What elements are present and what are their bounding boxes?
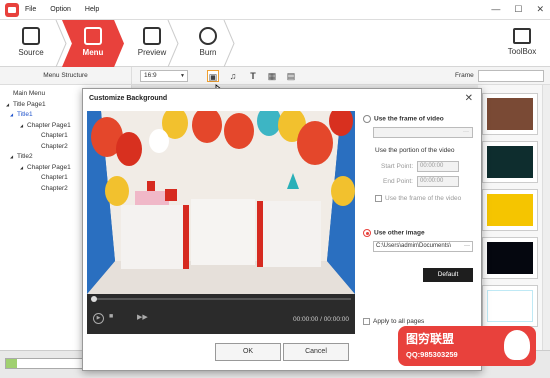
document-icon[interactable]: ▤ (285, 70, 297, 82)
use-frame-radio[interactable] (363, 115, 371, 123)
window-controls: — ☐ ✕ (491, 4, 544, 15)
next-frame-icon[interactable]: ▶▶ (137, 313, 148, 321)
toolbar: Menu Structure 16:9 ▼ ▣ ♫ T ▦ ▤ Frame (0, 67, 550, 85)
background-preview (87, 111, 355, 294)
thumb-swatch (487, 146, 533, 178)
app-logo-icon (5, 2, 19, 17)
other-image-radio[interactable] (363, 229, 371, 237)
close-button[interactable]: ✕ (536, 4, 544, 15)
frame-thumbnails (478, 85, 550, 350)
time-readout: 00:00:00 / 00:00:00 (292, 316, 349, 323)
frame-path-field[interactable]: ··· (373, 127, 473, 138)
watermark-logo: 图穷联盟 QQ:985303259 (398, 326, 536, 366)
frame-thumbnail[interactable] (482, 189, 538, 231)
default-button[interactable]: Default (423, 268, 473, 282)
toolbox-button[interactable]: ToolBox (502, 20, 542, 67)
text-icon[interactable]: T (247, 70, 259, 82)
tree-item-label: Title Page1 (13, 100, 46, 108)
tree-toggle-icon[interactable]: ◢ (20, 163, 27, 174)
close-icon[interactable]: ✕ (465, 93, 473, 104)
image-path-value: C:\Users\admin\Documents\ (376, 243, 452, 249)
tree-toggle-icon[interactable]: ◢ (10, 152, 17, 163)
apply-all-checkbox[interactable] (363, 318, 370, 325)
play-icon[interactable]: ▶ (93, 313, 104, 324)
start-point-field[interactable]: 00:00:00 (417, 161, 459, 172)
aspect-ratio-value: 16:9 (144, 72, 157, 79)
browse-image-icon[interactable]: ··· (463, 242, 470, 251)
tree-item-label: Chapter1 (41, 174, 68, 181)
minimize-button[interactable]: — (491, 4, 500, 15)
use-frame-check-label: Use the frame of the video (385, 195, 462, 203)
menu-bar: File Option Help — ☐ ✕ (0, 0, 550, 20)
end-point-label: End Point: (383, 178, 413, 185)
menu-option[interactable]: Option (50, 6, 71, 13)
thumb-swatch (487, 290, 533, 322)
tree-item-label: Chapter1 (41, 132, 68, 139)
vertical-scrollbar[interactable] (542, 85, 550, 350)
seek-bar[interactable] (91, 296, 351, 302)
use-frame-label: Use the frame of video (374, 115, 444, 123)
apply-all-label: Apply to all pages (373, 318, 425, 326)
menu-file[interactable]: File (25, 6, 36, 13)
tree-item-label: Chapter Page1 (27, 121, 71, 129)
aspect-ratio-select[interactable]: 16:9 ▼ (140, 70, 188, 82)
thumb-swatch (487, 194, 533, 226)
start-point-label: Start Point: (381, 163, 414, 170)
tree-item-label: Chapter Page1 (27, 163, 71, 171)
watermark-sub: QQ:985303259 (406, 350, 458, 359)
toolbox-icon (513, 28, 531, 44)
frame-label: Frame (455, 72, 474, 79)
party-background-image (87, 111, 355, 294)
music-icon[interactable]: ♫ (227, 70, 239, 82)
use-frame-checkbox[interactable] (375, 195, 382, 202)
tree-toggle-icon[interactable]: ◢ (20, 121, 27, 132)
stop-icon[interactable]: ■ (109, 313, 113, 320)
seek-handle[interactable] (91, 296, 97, 302)
ok-button[interactable]: OK (215, 343, 281, 361)
flame-icon (504, 330, 530, 360)
end-point-field[interactable]: 00:00:00 (417, 176, 459, 187)
image-path-field[interactable]: C:\Users\admin\Documents\ ··· (373, 241, 473, 252)
frame-thumbnail[interactable] (482, 237, 538, 279)
menu-help[interactable]: Help (85, 6, 99, 13)
use-frame-check-option[interactable]: Use the frame of the video (375, 195, 461, 202)
tree-item-label: Title1 (17, 111, 33, 118)
thumb-swatch (487, 98, 533, 130)
step-tabs: Source Menu Preview Burn ToolBox (0, 20, 550, 67)
apply-all-option[interactable]: Apply to all pages (363, 318, 424, 325)
cancel-button[interactable]: Cancel (283, 343, 349, 361)
step-separators (55, 20, 235, 67)
frame-thumbnail[interactable] (482, 285, 538, 327)
other-image-option[interactable]: Use other image (363, 229, 425, 237)
frame-thumbnail[interactable] (482, 93, 538, 135)
browse-icon[interactable]: ··· (463, 128, 469, 137)
tree-toggle-icon[interactable]: ◢ (6, 100, 13, 111)
watermark-title: 图穷联盟 (406, 332, 455, 346)
frame-thumbnail[interactable] (482, 141, 538, 183)
tree-toggle-icon[interactable]: ◢ (10, 110, 17, 121)
dialog-title: Customize Background (89, 95, 168, 102)
thumb-swatch (487, 242, 533, 274)
other-image-label: Use other image (374, 229, 425, 237)
tree-item-label: Title2 (17, 153, 33, 160)
maximize-button[interactable]: ☐ (514, 4, 522, 15)
toolbox-label: ToolBox (507, 47, 537, 56)
chevron-down-icon: ▼ (180, 73, 185, 79)
tree-item-label: Main Menu (13, 90, 46, 97)
frame-field[interactable] (478, 70, 544, 82)
video-player-controls: ▶ ■ ▶▶ 00:00:00 / 00:00:00 (87, 294, 355, 334)
image-icon[interactable]: ▣ (207, 70, 219, 82)
tree-item-label: Chapter2 (41, 184, 68, 192)
menu-structure-title: Menu Structure (0, 67, 132, 85)
chapter-icon[interactable]: ▦ (266, 70, 278, 82)
portion-label: Use the portion of the video (375, 147, 455, 154)
tree-item-label: Chapter2 (41, 142, 68, 150)
capacity-fill (6, 359, 17, 368)
use-frame-option[interactable]: Use the frame of video (363, 115, 444, 123)
